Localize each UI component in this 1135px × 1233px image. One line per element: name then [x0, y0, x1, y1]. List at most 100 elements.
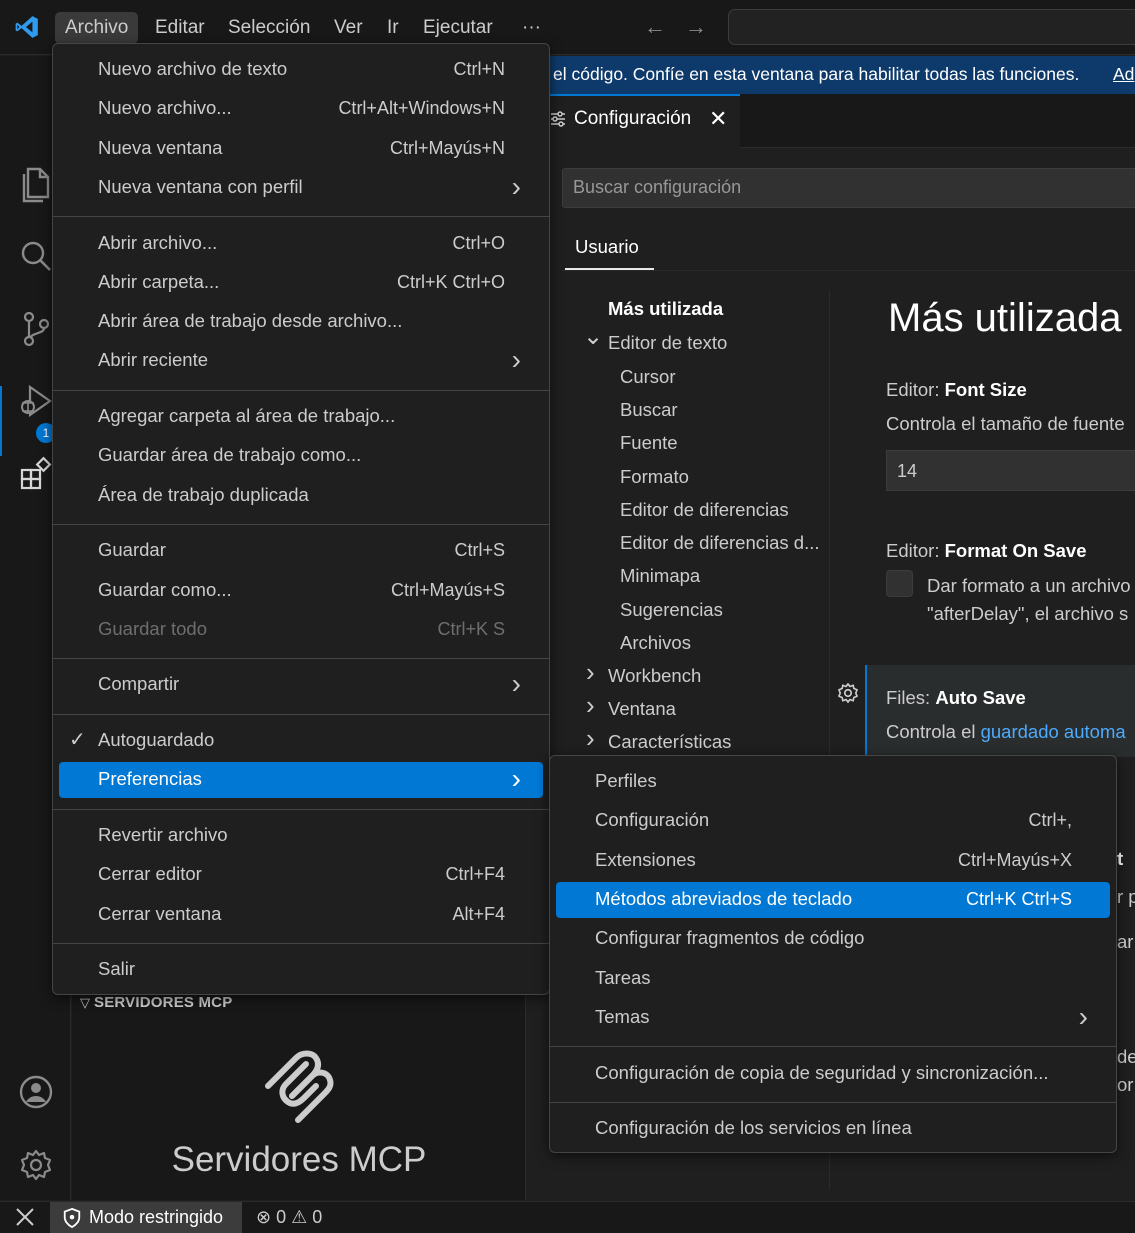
- mcp-logo-icon: [265, 1050, 334, 1123]
- file-menu-item-area-de-trabajo-duplicada[interactable]: Área de trabajo duplicada: [59, 478, 543, 514]
- preferences-item-configurar-fragmentos-de-codigo[interactable]: Configurar fragmentos de código: [556, 921, 1110, 957]
- preferences-item-perfiles[interactable]: Perfiles: [556, 764, 1110, 800]
- menu-separator: [53, 524, 549, 526]
- chevron-right-icon: ›: [511, 170, 521, 202]
- tab-user-scope[interactable]: Usuario: [575, 236, 639, 258]
- menu-item-label: Nueva ventana: [98, 136, 223, 158]
- back-arrow-icon[interactable]: ←: [644, 14, 666, 40]
- menu-item-shortcut: Ctrl+K S: [437, 618, 505, 639]
- preferences-item-temas[interactable]: Temas ›: [556, 1000, 1110, 1036]
- chevron-down-icon[interactable]: ⌄: [583, 322, 603, 351]
- file-menu-item-nuevo-archivo[interactable]: Nuevo archivo... Ctrl+Alt+Windows+N: [59, 91, 543, 127]
- file-menu-item-revertir-archivo[interactable]: Revertir archivo: [59, 818, 543, 854]
- manage-gear-icon[interactable]: [0, 1130, 71, 1200]
- auto-save-link[interactable]: guardado automa: [981, 721, 1126, 742]
- preferences-item-configuracion-de-los-servicios-en-linea[interactable]: Configuración de los servicios en línea: [556, 1111, 1110, 1147]
- file-menu-item-guardar-como[interactable]: Guardar como... Ctrl+Mayús+S: [59, 573, 543, 609]
- file-menu-item-abrir-carpeta[interactable]: Abrir carpeta... Ctrl+K Ctrl+O: [59, 265, 543, 301]
- file-menu-item-nueva-ventana[interactable]: Nueva ventana Ctrl+Mayús+N: [59, 131, 543, 167]
- menu-item-label: Abrir carpeta...: [98, 270, 220, 292]
- toc-item-minimapa[interactable]: Minimapa: [620, 565, 700, 587]
- accounts-icon[interactable]: [0, 1057, 71, 1127]
- active-indicator: [0, 386, 2, 456]
- menu-item-label: Configuración de copia de seguridad y si…: [595, 1061, 1049, 1083]
- file-menu-item-abrir-reciente[interactable]: Abrir reciente ›: [59, 343, 543, 379]
- menu-ir[interactable]: Ir: [377, 12, 409, 44]
- file-menu-item-agregar-carpeta-al-area-de-trabajo[interactable]: Agregar carpeta al área de trabajo...: [59, 399, 543, 435]
- menu-separator: [53, 942, 549, 944]
- file-menu-item-cerrar-editor[interactable]: Cerrar editor Ctrl+F4: [59, 857, 543, 893]
- menu-separator: [53, 658, 549, 660]
- format-on-save-checkbox[interactable]: [886, 570, 913, 597]
- menu-item-label: Compartir: [98, 673, 180, 695]
- setting-gear-icon[interactable]: [837, 682, 859, 704]
- menu-item-label: Abrir archivo...: [98, 231, 218, 253]
- preferences-item-metodos-abreviados-de-teclado[interactable]: Métodos abreviados de teclado Ctrl+K Ctrl…: [556, 881, 1110, 918]
- menu-ejecutar[interactable]: Ejecutar: [413, 12, 503, 44]
- chevron-right-icon[interactable]: ›: [586, 657, 595, 688]
- toc-item-workbench[interactable]: Workbench: [608, 665, 701, 687]
- toc-item-editor-de-diferencias[interactable]: Editor de diferencias: [620, 499, 789, 521]
- file-menu-item-salir[interactable]: Salir: [59, 952, 543, 988]
- setting-auto-save-desc: Controla el guardado automa: [886, 721, 1126, 742]
- menu-separator: [53, 216, 549, 218]
- section-title: Más utilizada: [888, 296, 1122, 340]
- file-menu-item-preferencias[interactable]: Preferencias ›: [59, 762, 543, 799]
- file-menu-item-compartir[interactable]: Compartir ›: [59, 667, 543, 703]
- file-menu-item-guardar[interactable]: Guardar Ctrl+S: [59, 533, 543, 569]
- toc-item-editor-de-texto[interactable]: Editor de texto: [608, 332, 727, 354]
- menu-editar[interactable]: Editar: [145, 12, 215, 44]
- toc-item-buscar[interactable]: Buscar: [620, 399, 678, 421]
- toc-item-formato[interactable]: Formato: [620, 466, 689, 488]
- file-menu-item-nuevo-archivo-de-texto[interactable]: Nuevo archivo de texto Ctrl+N: [59, 52, 543, 88]
- toc-item-cursor[interactable]: Cursor: [620, 366, 676, 388]
- check-icon: ✓: [69, 729, 86, 751]
- menu-item-label: Guardar todo: [98, 617, 208, 639]
- setting-font-size-title: Editor: Font Size: [886, 379, 1027, 400]
- menu-separator: [550, 1046, 1116, 1048]
- menu-ver[interactable]: Ver: [324, 12, 373, 44]
- menu-separator: [53, 713, 549, 715]
- problems-item[interactable]: ⊗ 0 ⚠ 0: [256, 1207, 322, 1228]
- menu-item-label: Extensiones: [595, 848, 696, 870]
- menu-seleccion[interactable]: Selección: [218, 12, 320, 44]
- file-menu-item-cerrar-ventana[interactable]: Cerrar ventana Alt+F4: [59, 897, 543, 933]
- toc-item-sugerencias[interactable]: Sugerencias: [620, 599, 723, 621]
- preferences-item-configuracion[interactable]: Configuración Ctrl+,: [556, 803, 1110, 839]
- peek-text-5: or: [1117, 1074, 1134, 1095]
- menu-more[interactable]: ···: [512, 12, 551, 44]
- chevron-right-icon[interactable]: ›: [586, 690, 595, 721]
- toc-item-archivos[interactable]: Archivos: [620, 632, 691, 654]
- remote-icon[interactable]: [0, 1201, 50, 1233]
- close-icon[interactable]: ✕: [709, 106, 727, 132]
- tab-label: Configuración: [574, 108, 692, 129]
- preferences-item-extensiones[interactable]: Extensiones Ctrl+Mayús+X: [556, 843, 1110, 879]
- file-menu-item-nueva-ventana-con-perfil[interactable]: Nueva ventana con perfil ›: [59, 170, 543, 206]
- command-center[interactable]: [728, 9, 1135, 45]
- chevron-right-icon[interactable]: ›: [586, 723, 595, 754]
- menu-archivo[interactable]: Archivo: [55, 12, 139, 44]
- preferences-item-configuracion-de-copia-de-seguridad-y-sincronizacion[interactable]: Configuración de copia de seguridad y si…: [556, 1056, 1110, 1092]
- file-menu-item-abrir-area-de-trabajo-desde-archivo[interactable]: Abrir área de trabajo desde archivo...: [59, 304, 543, 340]
- toc-item-mas-utilizada[interactable]: Más utilizada: [608, 298, 723, 320]
- toc-item-ventana[interactable]: Ventana: [608, 698, 676, 720]
- banner-text: el código. Confíe en esta ventana para h…: [553, 64, 1080, 84]
- chevron-right-icon: ›: [511, 344, 521, 376]
- menu-item-label: Revertir archivo: [98, 823, 228, 845]
- forward-arrow-icon[interactable]: →: [685, 14, 707, 40]
- menu-item-shortcut: Ctrl+Mayús+S: [390, 579, 505, 600]
- menu-item-label: Autoguardado: [98, 729, 215, 750]
- settings-tab-icon: [551, 111, 565, 127]
- font-size-input[interactable]: [886, 450, 1135, 491]
- file-menu-item-abrir-archivo[interactable]: Abrir archivo... Ctrl+O: [59, 226, 543, 262]
- toc-item-caracteristicas[interactable]: Características: [608, 731, 731, 753]
- preferences-item-tareas[interactable]: Tareas: [556, 961, 1110, 997]
- mcp-section-header[interactable]: ▽ SERVIDORES MCP: [80, 994, 232, 1011]
- file-menu-item-autoguardado[interactable]: Autoguardado ✓: [59, 723, 543, 759]
- file-menu-item-guardar-area-de-trabajo-como[interactable]: Guardar área de trabajo como...: [59, 438, 543, 474]
- toc-item-fuente[interactable]: Fuente: [620, 432, 678, 454]
- toc-item-editor-de-diferencias-d[interactable]: Editor de diferencias d...: [620, 532, 820, 554]
- banner-link[interactable]: Ad: [1113, 64, 1134, 85]
- menu-item-shortcut: Ctrl+O: [452, 232, 505, 253]
- menu-item-shortcut: Ctrl+Alt+Windows+N: [338, 98, 505, 119]
